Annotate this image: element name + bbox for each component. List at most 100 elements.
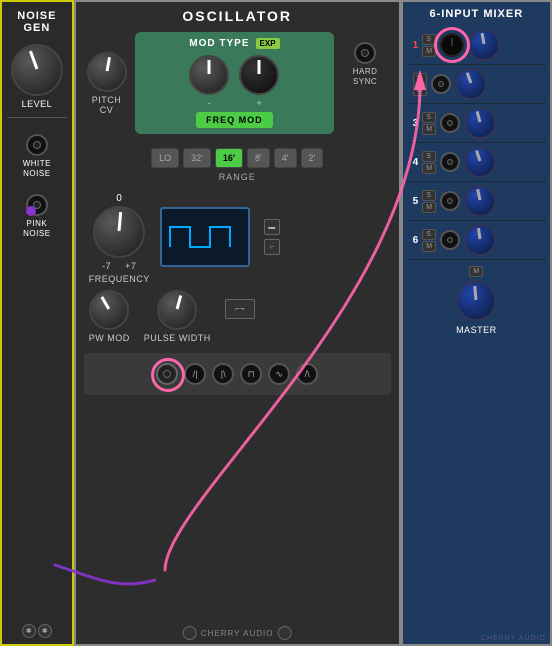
level-knob[interactable]: [11, 44, 63, 96]
white-noise-section: WHITENOISE: [23, 134, 51, 178]
master-m-btn[interactable]: M: [469, 266, 483, 277]
osc-jack-ramp[interactable]: |\: [212, 363, 234, 385]
mixer-jack-5[interactable]: [440, 191, 460, 211]
frequency-knob-container: 0 -7 +7 FREQUENCY: [89, 190, 150, 284]
master-section: M MASTER: [407, 266, 546, 335]
osc-jack-1[interactable]: [156, 363, 178, 385]
mixer-channel-5: 5 S M: [407, 182, 546, 221]
mixer-jack-1-wrapper: [440, 33, 464, 57]
pitch-cv-container: PITCH CV: [84, 52, 130, 115]
freq-mod-button[interactable]: FREQ MOD: [196, 112, 273, 128]
mod-type-label: MOD TYPE: [189, 38, 249, 49]
pw-row: PW MOD PULSE WIDTH ⌐¬: [89, 290, 396, 343]
mixer-knob-1[interactable]: [440, 33, 464, 57]
mod-minus-knob[interactable]: [189, 55, 229, 95]
mixer-level-5[interactable]: [464, 185, 496, 217]
channel-6-s-btn[interactable]: S: [422, 229, 436, 240]
hard-sync-label: HARD SYNC: [340, 67, 391, 86]
level-label: LEVEL: [22, 99, 53, 109]
mixer-jack-3[interactable]: [440, 113, 460, 133]
oscillator-title: OSCILLATOR: [182, 8, 292, 24]
channel-3-header: 3 S M: [407, 107, 546, 139]
channel-5-number: 5: [413, 196, 419, 207]
level-knob-container: LEVEL: [11, 44, 63, 109]
channel-6-m-btn[interactable]: M: [422, 241, 436, 252]
range-btn-8[interactable]: 8': [247, 148, 270, 168]
channel-4-header: 4 S M: [407, 146, 546, 178]
osc-jack-square[interactable]: ⊓: [240, 363, 262, 385]
freq-min-label: -7: [102, 261, 111, 271]
mixer-channel-4: 4 S M: [407, 143, 546, 182]
osc-jack-sine[interactable]: ∿: [268, 363, 290, 385]
pink-noise-label: PINKNOISE: [23, 219, 50, 238]
osc-jack-saw[interactable]: /|: [184, 363, 206, 385]
mixer-channel-2: S M: [407, 65, 546, 104]
pw-mod-label: PW MOD: [89, 333, 130, 343]
freq-zero-label: 0: [116, 193, 122, 204]
channel-3-number: 3: [413, 118, 419, 129]
osc-jack-tri[interactable]: /\: [296, 363, 318, 385]
channel-1-sm-buttons: S M: [422, 34, 436, 57]
channel-6-sm-buttons: S M: [422, 229, 436, 252]
channel-4-s-btn[interactable]: S: [422, 151, 436, 162]
channel-3-s-btn[interactable]: S: [422, 112, 436, 123]
waveform-svg: [165, 212, 245, 262]
pulse-width-knob[interactable]: [157, 290, 197, 330]
channel-4-number: 4: [413, 157, 419, 168]
noise-gen-title: NOISE GEN: [6, 10, 68, 34]
mixer-level-6[interactable]: [464, 224, 496, 256]
range-btn-4[interactable]: 4': [274, 148, 297, 168]
channel-1-m-btn[interactable]: M: [422, 46, 436, 57]
channel-6-number: 6: [413, 235, 419, 246]
range-btn-lo[interactable]: LO: [151, 148, 179, 168]
pulse-width-container: PULSE WIDTH: [144, 290, 211, 343]
hard-sync-jack[interactable]: [354, 42, 376, 64]
range-label: RANGE: [219, 172, 256, 182]
channel-3-m-btn[interactable]: M: [422, 124, 436, 135]
mod-minus-container: -: [189, 55, 229, 108]
bottom-jacks-row: /| |\ ⊓ ∿ /\: [92, 359, 383, 389]
mixer-channel-3: 3 S M: [407, 104, 546, 143]
channel-1-s-btn[interactable]: S: [422, 34, 436, 45]
mod-type-section: MOD TYPE EXP - +: [135, 32, 333, 134]
mod-plus-knob[interactable]: [239, 55, 279, 95]
noise-gen-panel: NOISE GEN LEVEL WHITENOISE PINKNOIS: [0, 0, 74, 646]
hard-sync-section: HARD SYNC: [340, 42, 391, 86]
mixer-title: 6-INPUT MIXER: [429, 8, 523, 20]
osc-top-row: PITCH CV MOD TYPE EXP -: [84, 32, 391, 142]
pink-noise-section: PINKNOISE: [23, 194, 50, 238]
channel-5-m-btn[interactable]: M: [422, 202, 436, 213]
mixer-jack-4[interactable]: [440, 152, 460, 172]
channel-5-s-btn[interactable]: S: [422, 190, 436, 201]
channel-5-sm-buttons: S M: [422, 190, 436, 213]
white-noise-jack[interactable]: [26, 134, 48, 156]
mixer-level-3[interactable]: [464, 107, 496, 139]
mixer-level-2[interactable]: [455, 68, 487, 100]
channel-3-sm-buttons: S M: [422, 112, 436, 135]
mixer-jack-2[interactable]: [431, 74, 451, 94]
range-btn-2[interactable]: 2': [301, 148, 324, 168]
master-knob[interactable]: [456, 281, 496, 321]
white-noise-label: WHITENOISE: [23, 159, 51, 178]
exp-badge: EXP: [256, 38, 280, 49]
mod-type-header: MOD TYPE EXP: [189, 38, 279, 49]
mixer-channel-6: 6 S M: [407, 221, 546, 260]
channel-4-m-btn[interactable]: M: [422, 163, 436, 174]
app-wrapper: NOISE GEN LEVEL WHITENOISE PINKNOIS: [0, 0, 552, 646]
master-label: MASTER: [456, 325, 497, 335]
frequency-knob[interactable]: [93, 206, 145, 258]
pw-mod-knob[interactable]: [89, 290, 129, 330]
range-btn-16[interactable]: 16': [215, 148, 243, 168]
mixer-jack-6[interactable]: [440, 230, 460, 250]
channel-2-m-btn[interactable]: M: [413, 85, 427, 96]
mixer-level-1[interactable]: [468, 29, 500, 61]
mixer-channel-1: 1 S M: [407, 26, 546, 65]
mixer-level-4[interactable]: [464, 146, 496, 178]
range-section: LO 32' 16' 8' 4' 2' RANGE: [84, 148, 391, 182]
pitch-cv-knob[interactable]: [87, 52, 127, 92]
channel-4-sm-buttons: S M: [422, 151, 436, 174]
range-btn-32[interactable]: 32': [183, 148, 211, 168]
pink-noise-jack[interactable]: [26, 194, 48, 216]
channel-2-s-btn[interactable]: S: [413, 73, 427, 84]
channel-1-header: 1 S M: [407, 29, 546, 61]
